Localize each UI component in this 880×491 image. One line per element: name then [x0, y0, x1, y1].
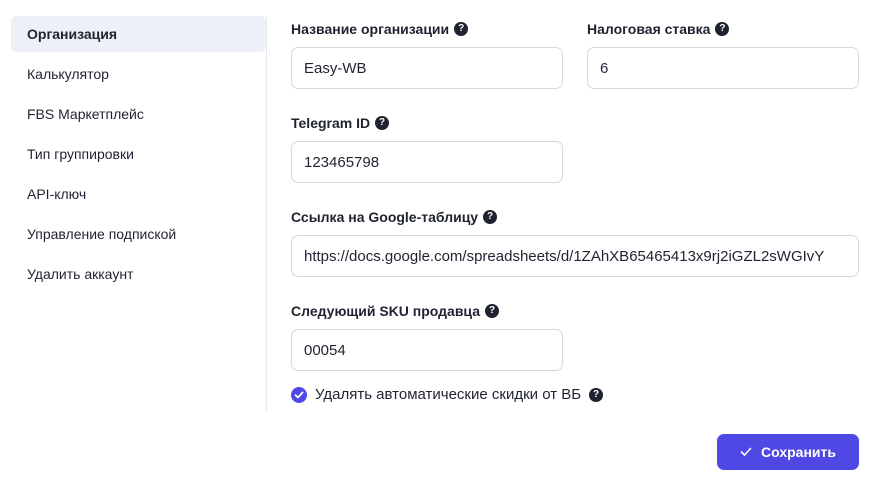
sidebar-item-label: Организация [27, 26, 118, 42]
sidebar-item-label: API-ключ [27, 186, 87, 202]
org-name-field: Название организации ? Easy-WB [291, 19, 563, 89]
help-icon[interactable]: ? [483, 210, 498, 224]
sidebar-item-grouping-type[interactable]: Тип группировки [11, 136, 266, 172]
sidebar-item-label: Удалить аккаунт [27, 266, 134, 282]
help-icon[interactable]: ? [485, 304, 499, 318]
sidebar-item-fbs-marketplace[interactable]: FBS Маркетплейс [11, 96, 266, 132]
tax-rate-label: Налоговая ставка ? [587, 19, 859, 39]
telegram-id-field: Telegram ID ? 123465798 [291, 113, 563, 183]
save-button-label: Сохранить [761, 444, 836, 460]
check-icon [294, 391, 304, 398]
tax-rate-input[interactable]: 6 [587, 47, 859, 89]
help-icon[interactable]: ? [454, 22, 469, 36]
check-icon [740, 447, 752, 456]
help-icon[interactable]: ? [715, 22, 730, 36]
sidebar-item-calculator[interactable]: Калькулятор [11, 56, 266, 92]
org-name-input[interactable]: Easy-WB [291, 47, 563, 89]
save-button[interactable]: Сохранить [717, 434, 859, 470]
remove-discounts-option: Удалять автоматические скидки от ВБ ? [291, 386, 604, 403]
next-sku-input[interactable]: 00054 [291, 329, 563, 371]
telegram-id-label: Telegram ID ? [291, 113, 563, 133]
sidebar-item-subscription[interactable]: Управление подпиской [11, 216, 266, 252]
next-sku-label: Следующий SKU продавца ? [291, 301, 563, 321]
sidebar-item-api-key[interactable]: API-ключ [11, 176, 266, 212]
google-sheet-input[interactable]: https://docs.google.com/spreadsheets/d/1… [291, 235, 859, 277]
google-sheet-label: Ссылка на Google-таблицу ? [291, 207, 859, 227]
help-icon[interactable]: ? [375, 116, 390, 130]
help-icon[interactable]: ? [589, 387, 604, 402]
next-sku-field: Следующий SKU продавца ? 00054 [291, 301, 563, 371]
remove-discounts-checkbox[interactable] [291, 386, 307, 403]
sidebar-item-label: Тип группировки [27, 146, 134, 162]
remove-discounts-label: Удалять автоматические скидки от ВБ [315, 386, 582, 403]
google-sheet-field: Ссылка на Google-таблицу ? https://docs.… [291, 207, 859, 277]
sidebar-item-delete-account[interactable]: Удалить аккаунт [11, 256, 266, 292]
sidebar-item-organization[interactable]: Организация [11, 16, 266, 52]
settings-sidebar: Организация Калькулятор FBS Маркетплейс … [11, 16, 266, 296]
telegram-id-input[interactable]: 123465798 [291, 141, 563, 183]
sidebar-item-label: FBS Маркетплейс [27, 106, 144, 122]
sidebar-divider [266, 16, 267, 411]
sidebar-item-label: Управление подпиской [27, 226, 177, 242]
tax-rate-field: Налоговая ставка ? 6 [587, 19, 859, 89]
sidebar-item-label: Калькулятор [27, 66, 109, 82]
org-name-label: Название организации ? [291, 19, 563, 39]
